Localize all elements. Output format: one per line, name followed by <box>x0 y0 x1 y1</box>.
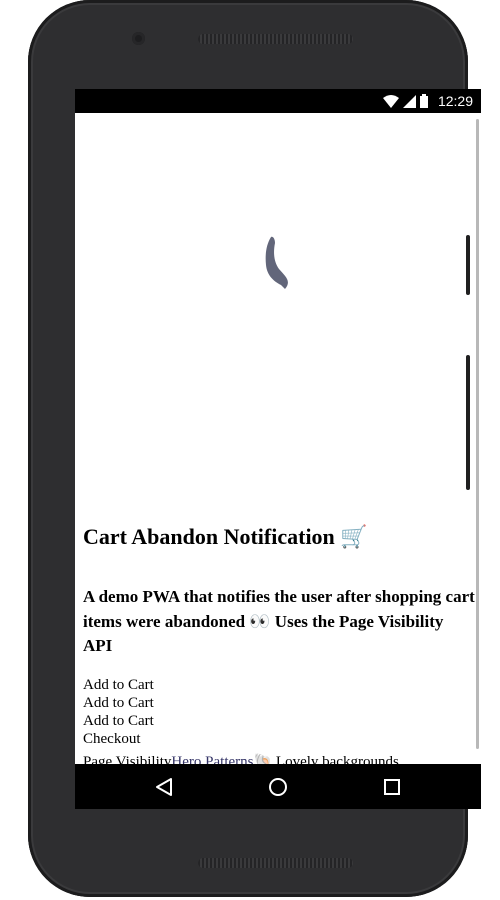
phone-screen: 12:29 Cart Abandon Notification 🛒 A demo… <box>75 89 481 809</box>
hero-patterns-link[interactable]: Hero Patterns <box>171 754 253 764</box>
page-description: A demo PWA that notifies the user after … <box>83 587 475 655</box>
back-icon[interactable] <box>153 776 175 798</box>
bottom-speaker-grille-icon <box>198 858 353 868</box>
wifi-icon <box>382 94 399 108</box>
scrollbar[interactable] <box>476 119 479 749</box>
status-bar: 12:29 <box>75 89 481 113</box>
status-icons: 12:29 <box>382 93 473 109</box>
add-to-cart-button-2[interactable]: Add to Cart <box>83 694 154 712</box>
speaker-grille-icon <box>198 34 353 44</box>
add-to-cart-button-1[interactable]: Add to Cart <box>83 676 154 694</box>
status-clock: 12:29 <box>437 93 473 109</box>
web-content[interactable]: Cart Abandon Notification 🛒 A demo PWA t… <box>75 113 481 764</box>
recents-icon[interactable] <box>381 776 403 798</box>
front-camera-icon <box>132 32 145 45</box>
footer-trailing-text: 🐚 Lovely backgrounds <box>253 754 399 764</box>
home-icon[interactable] <box>267 776 289 798</box>
page-title: Cart Abandon Notification 🛒 <box>83 524 368 549</box>
battery-icon <box>419 94 428 108</box>
navigation-bar <box>75 764 481 809</box>
phone-frame: 12:29 Cart Abandon Notification 🛒 A demo… <box>28 0 481 897</box>
loading-spinner-icon <box>265 236 288 289</box>
volume-button <box>466 235 470 295</box>
checkout-button[interactable]: Checkout <box>83 730 154 748</box>
power-button <box>466 355 470 490</box>
add-to-cart-button-3[interactable]: Add to Cart <box>83 712 154 730</box>
footer-label: Page Visibility <box>83 754 172 764</box>
page-footer: Page VisibilityHero Patterns🐚 Lovely bac… <box>83 753 399 764</box>
cellular-signal-icon <box>402 94 416 108</box>
cart-actions: Add to Cart Add to Cart Add to Cart Chec… <box>83 676 154 748</box>
